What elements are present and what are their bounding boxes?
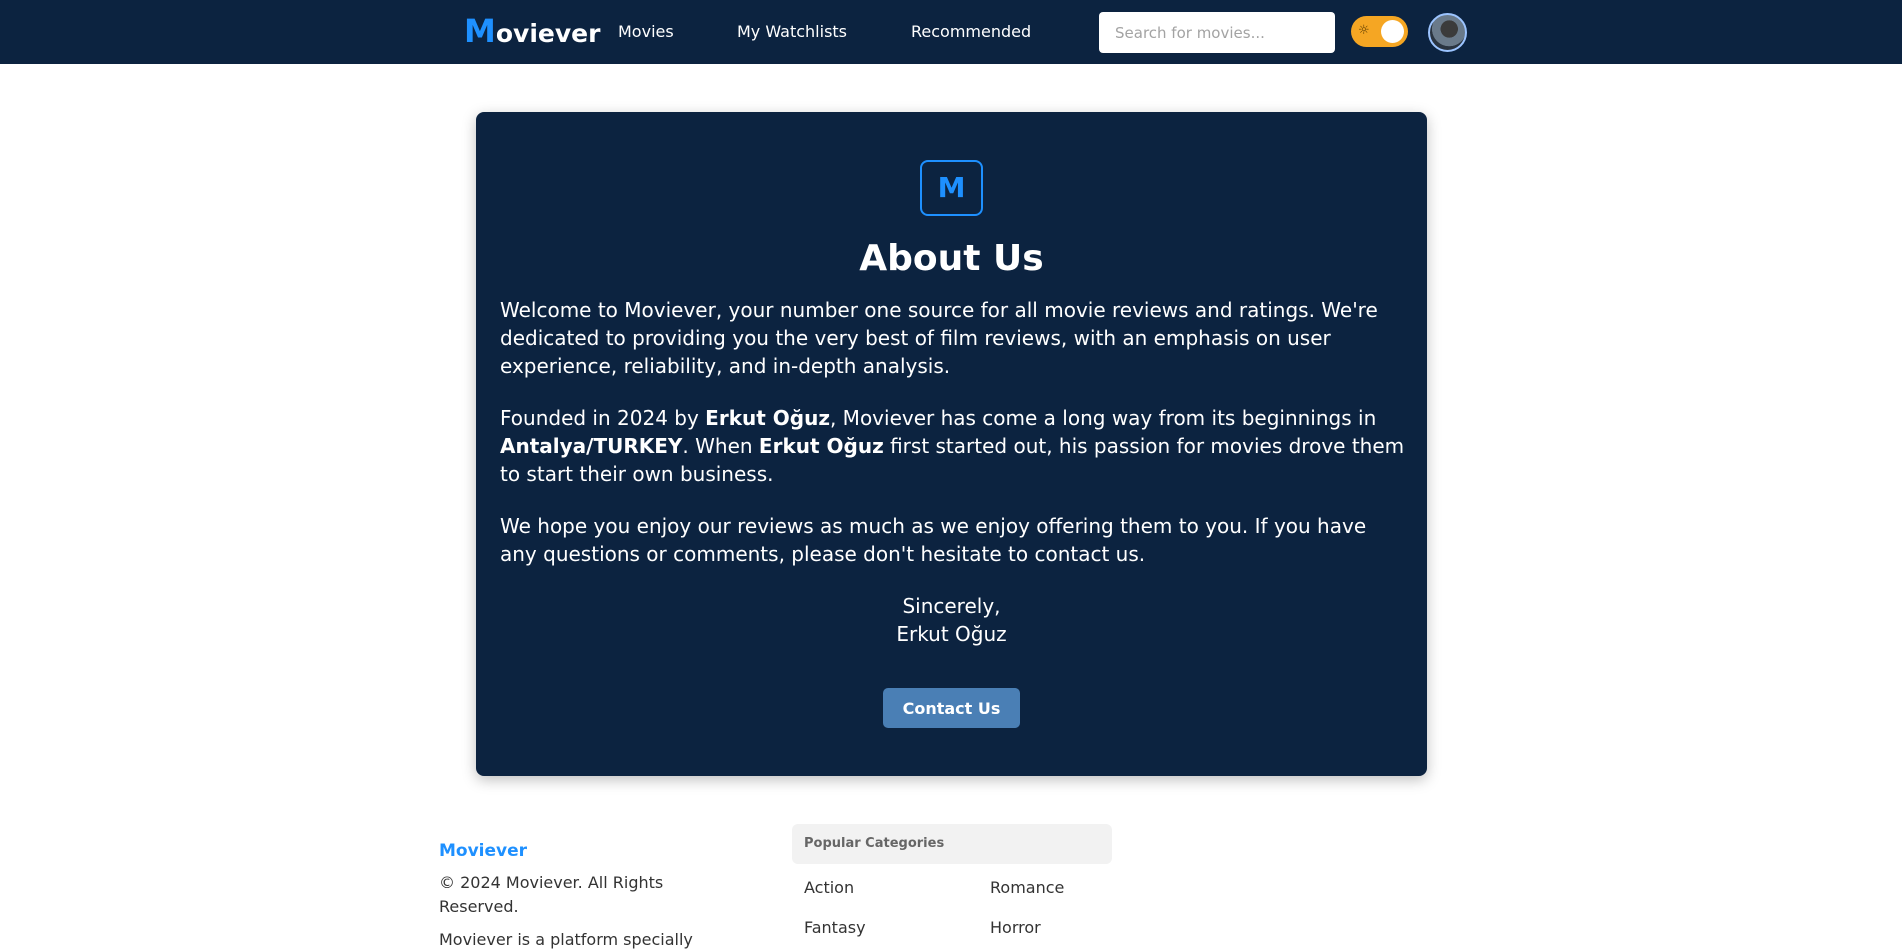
nav-link-recommended[interactable]: Recommended <box>911 20 1031 44</box>
search-input[interactable] <box>1099 12 1335 53</box>
about-paragraph-founded: Founded in 2024 by Erkut Oğuz, Moviever … <box>500 404 1406 488</box>
contact-us-button[interactable]: Contact Us <box>883 688 1020 728</box>
category-link-action[interactable]: Action <box>804 876 854 900</box>
site-logo[interactable]: Moviever <box>464 11 600 51</box>
categories-header: Popular Categories <box>792 824 1112 864</box>
footer-copyright: © 2024 Moviever. All Rights Reserved. <box>439 873 664 916</box>
text-segment: Founded in 2024 by <box>500 406 706 430</box>
signature-name: Erkut Oğuz <box>896 622 1007 646</box>
category-link-fantasy[interactable]: Fantasy <box>804 916 866 940</box>
brand-badge: M <box>920 160 983 216</box>
founder-name: Erkut Oğuz <box>758 434 884 458</box>
nav-link-my-watchlists[interactable]: My Watchlists <box>737 20 847 44</box>
logo-text: oviever <box>495 19 601 48</box>
footer-description: Moviever is a platform specially <box>439 930 693 949</box>
theme-toggle[interactable]: ☼ <box>1351 16 1408 47</box>
user-avatar[interactable] <box>1428 13 1467 52</box>
toggle-knob <box>1381 20 1404 43</box>
navbar: Moviever Movies My Watchlists Recommende… <box>0 0 1902 64</box>
signature: Sincerely, Erkut Oğuz <box>476 592 1427 648</box>
founder-name: Erkut Oğuz <box>705 406 830 430</box>
about-paragraph-welcome: Welcome to Moviever, your number one sou… <box>500 298 1378 378</box>
category-link-romance[interactable]: Romance <box>990 876 1064 900</box>
footer-brand[interactable]: Moviever <box>439 840 527 862</box>
about-paragraph-contact: We hope you enjoy our reviews as much as… <box>500 514 1367 566</box>
location-text: Antalya/TURKEY <box>500 434 683 458</box>
signature-closing: Sincerely, <box>902 594 1001 618</box>
about-card: M About Us Welcome to Moviever, your num… <box>476 112 1427 776</box>
text-segment: . When <box>682 434 759 458</box>
page-title: About Us <box>859 238 1044 279</box>
category-link-horror[interactable]: Horror <box>990 916 1041 940</box>
sun-icon: ☼ <box>1358 23 1370 38</box>
text-segment: , Moviever has come a long way from its … <box>829 406 1377 430</box>
nav-link-movies[interactable]: Movies <box>618 20 674 44</box>
logo-initial: M <box>464 12 496 50</box>
